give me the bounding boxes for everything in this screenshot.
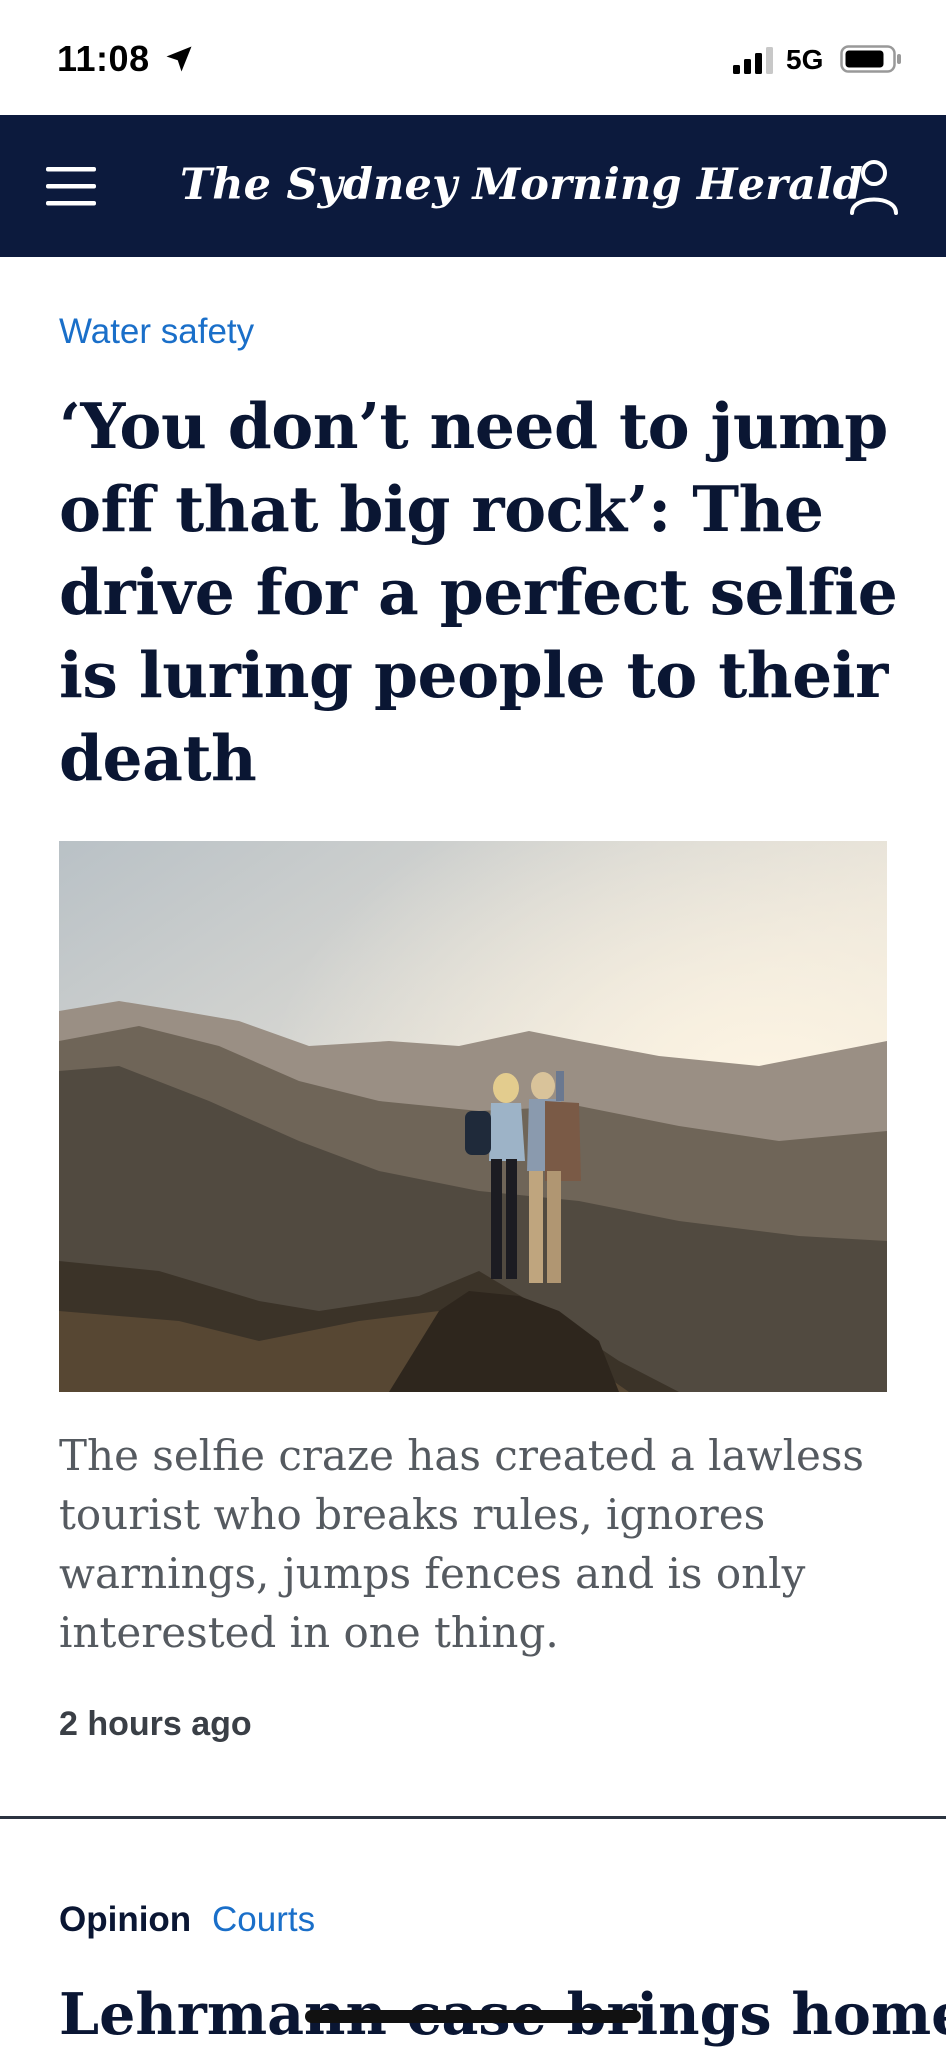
battery-icon bbox=[840, 45, 901, 73]
hamburger-menu-icon[interactable] bbox=[46, 161, 96, 211]
article-hero-image[interactable] bbox=[59, 841, 887, 1392]
user-account-icon[interactable] bbox=[848, 159, 900, 215]
network-type: 5G bbox=[786, 44, 824, 75]
home-indicator[interactable] bbox=[305, 2010, 641, 2023]
cellular-signal-icon bbox=[733, 47, 773, 74]
status-bar: 11:08 5G bbox=[0, 0, 946, 115]
article-timestamp: 2 hours ago bbox=[59, 1705, 252, 1743]
opinion-label: Opinion bbox=[59, 1900, 192, 1939]
section-link[interactable]: Water safety bbox=[59, 312, 254, 352]
section-link[interactable]: Courts bbox=[212, 1900, 315, 1940]
article-summary: The selfie craze has created a lawless t… bbox=[59, 1431, 864, 1657]
masthead-logo[interactable]: The Sydney Morning Herald bbox=[180, 155, 863, 215]
status-time: 11:08 bbox=[57, 38, 150, 79]
article-divider bbox=[0, 1816, 946, 1819]
article-headline[interactable]: ‘You don’t need to jump off that big roc… bbox=[59, 385, 899, 800]
location-arrow-icon bbox=[166, 46, 192, 72]
site-header: The Sydney Morning Herald bbox=[0, 115, 946, 257]
